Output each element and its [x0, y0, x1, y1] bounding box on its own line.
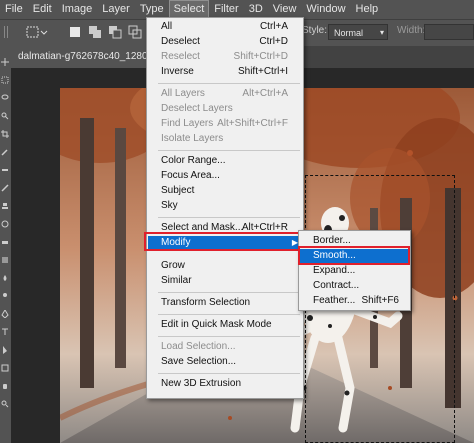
marquee-tool-icon[interactable]	[1, 76, 9, 84]
move-tool-icon[interactable]	[1, 58, 9, 66]
menu-item-subject[interactable]: Subject	[148, 184, 302, 198]
menu-item-reselect: Reselect Shift+Ctrl+D	[161, 51, 288, 62]
menu-layer[interactable]: Layer	[97, 0, 135, 19]
eraser-tool-icon[interactable]	[1, 238, 9, 246]
menu-separator	[158, 373, 300, 374]
menu-image[interactable]: Image	[57, 0, 98, 19]
menu-item-deselect[interactable]: Deselect Ctrl+D	[148, 35, 302, 49]
menu-item-new-3d-extrusion[interactable]: New 3D Extrusion	[148, 377, 302, 391]
width-input[interactable]	[424, 24, 474, 40]
menu-item-feather[interactable]: Feather... Shift+F6	[300, 294, 409, 308]
hand-tool-icon[interactable]	[1, 382, 9, 390]
menu-separator	[158, 292, 300, 293]
menu-separator	[158, 217, 300, 218]
brush-tool-icon[interactable]	[1, 184, 9, 192]
smooth-highlight-box	[298, 246, 410, 265]
type-tool-icon[interactable]	[1, 328, 9, 336]
document-tab-title: dalmatian-g762678c40_1280.jp	[18, 51, 153, 62]
subtract-from-selection-icon[interactable]	[108, 25, 122, 39]
menu-separator	[158, 150, 300, 151]
menu-item-all[interactable]: All Ctrl+A	[148, 20, 302, 34]
modify-submenu: Border... Smooth... Expand... Contract..…	[298, 230, 411, 311]
style-value: Normal	[334, 28, 364, 38]
menu-item-save-selection[interactable]: Save Selection...	[148, 355, 302, 369]
menu-item-focus-area[interactable]: Focus Area...	[148, 169, 302, 183]
menu-item-similar[interactable]: Similar	[148, 274, 302, 288]
menu-item-sky[interactable]: Sky	[148, 199, 302, 213]
menu-item-contract[interactable]: Contract...	[300, 279, 409, 293]
menu-separator	[158, 314, 300, 315]
menu-item-deselect-layers: Deselect Layers	[161, 103, 233, 114]
style-label: Style:	[302, 25, 328, 36]
menu-item-transform-selection[interactable]: Transform Selection	[148, 296, 302, 310]
menu-item-color-range[interactable]: Color Range...	[148, 154, 302, 168]
eyedropper-tool-icon[interactable]	[1, 148, 9, 156]
modify-highlight-box	[144, 232, 301, 251]
menu-item-inverse[interactable]: Inverse Shift+Ctrl+I	[148, 65, 302, 79]
menu-item-all-layers: All Layers Alt+Ctrl+A	[161, 88, 288, 99]
path-selection-tool-icon[interactable]	[1, 346, 9, 354]
dodge-tool-icon[interactable]	[1, 292, 9, 300]
intersect-selection-icon[interactable]	[128, 25, 142, 39]
style-dropdown[interactable]: Normal ▾	[328, 24, 388, 40]
menu-help[interactable]: Help	[351, 0, 384, 19]
lasso-tool-icon[interactable]	[1, 94, 9, 102]
document-tab[interactable]: dalmatian-g762678c40_1280.jp	[11, 46, 153, 68]
add-to-selection-icon[interactable]	[88, 25, 102, 39]
menu-item-load-selection: Load Selection...	[161, 341, 236, 352]
healing-brush-tool-icon[interactable]	[1, 166, 9, 174]
menu-item-quick-mask-mode[interactable]: Edit in Quick Mask Mode	[148, 318, 302, 332]
menu-item-expand[interactable]: Expand...	[300, 264, 409, 278]
rectangle-tool-icon[interactable]	[1, 364, 9, 372]
menu-item-grow[interactable]: Grow	[148, 259, 302, 273]
history-brush-tool-icon[interactable]	[1, 220, 9, 228]
clone-stamp-tool-icon[interactable]	[1, 202, 9, 210]
quick-select-tool-icon[interactable]	[1, 112, 9, 120]
width-label: Width:	[397, 25, 426, 36]
gradient-tool-icon[interactable]	[1, 256, 9, 264]
rectangular-marquee-tool-icon[interactable]	[26, 25, 48, 39]
menu-item-isolate-layers: Isolate Layers	[161, 133, 224, 144]
menu-item-find-layers: Find Layers Alt+Shift+Ctrl+F	[161, 118, 288, 129]
menu-edit[interactable]: Edit	[28, 0, 57, 19]
chevron-down-icon: ▾	[379, 28, 384, 37]
crop-tool-icon[interactable]	[1, 130, 9, 138]
blur-tool-icon[interactable]	[1, 274, 9, 282]
grip-icon	[4, 26, 8, 38]
pen-tool-icon[interactable]	[1, 310, 9, 318]
menu-separator	[158, 83, 300, 84]
new-selection-icon[interactable]	[68, 25, 82, 39]
select-menu: All Ctrl+A Deselect Ctrl+D Reselect Shift+C…	[146, 17, 304, 399]
zoom-tool-icon[interactable]	[1, 400, 9, 408]
menu-file[interactable]: File	[0, 0, 28, 19]
menu-window[interactable]: Window	[301, 0, 350, 19]
menu-separator	[158, 336, 300, 337]
